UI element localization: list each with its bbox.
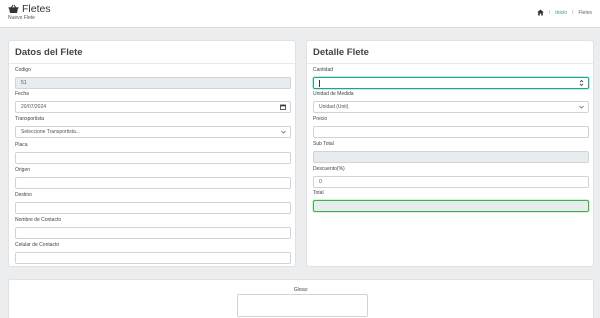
placa-label: Placa [15, 142, 28, 148]
origen-input[interactable] [15, 177, 291, 189]
glosa-card: Glosa: [8, 279, 594, 318]
cantidad-input[interactable] [313, 77, 589, 89]
origen-label: Origen [15, 167, 31, 173]
detalle-flete-title: Detalle Flete [313, 47, 369, 58]
codigo-field: 51 [15, 77, 291, 89]
stepper-icon[interactable] [579, 79, 584, 87]
precio-input[interactable] [313, 126, 589, 138]
destino-label: Destino [15, 192, 32, 198]
unidad-medida-value: Unidad (Unit) [319, 104, 349, 110]
destino-input[interactable] [15, 202, 291, 214]
codigo-value: 51 [21, 80, 27, 86]
precio-label: Precio [313, 116, 328, 122]
breadcrumb-current: Fletes [578, 9, 592, 16]
chevron-down-icon [579, 105, 584, 109]
text-caret [319, 79, 320, 87]
celular-contacto-label: Celular de Contacto [15, 242, 60, 248]
breadcrumb-separator: / [571, 9, 574, 16]
breadcrumb-link-inicio[interactable]: Inicio [555, 10, 567, 16]
nombre-contacto-label: Nombre de Contacto [15, 217, 62, 223]
page-subtitle: Nuevo Flete [8, 15, 35, 21]
detalle-flete-card: Detalle Flete Cantidad Unidad de Medida … [306, 40, 594, 267]
unidad-medida-select[interactable]: Unidad (Unit) [313, 101, 589, 113]
fecha-field[interactable]: 20/07/2024 [15, 101, 291, 113]
unidad-medida-label: Unidad de Medida [313, 91, 354, 97]
celular-contacto-input[interactable] [15, 252, 291, 264]
card-divider [307, 63, 593, 64]
breadcrumb: / Inicio / Fletes [537, 9, 592, 16]
card-divider [9, 63, 295, 64]
fecha-label: Fecha [15, 91, 29, 97]
sub-total-label: Sub Total [313, 141, 334, 147]
fecha-value: 20/07/2024 [21, 104, 47, 110]
placa-input[interactable] [15, 152, 291, 164]
glosa-textarea[interactable] [237, 294, 368, 317]
glosa-label: Glosa: [293, 287, 309, 293]
cantidad-label: Cantidad [313, 67, 334, 73]
home-icon[interactable] [537, 9, 544, 16]
page-title: Fletes [22, 3, 51, 15]
sub-total-field [313, 151, 589, 163]
breadcrumb-separator: / [548, 9, 551, 16]
transportista-label: Transportista [15, 116, 44, 122]
descuento-input[interactable]: 0 [313, 176, 589, 188]
page-title-group: Fletes [8, 3, 51, 15]
nombre-contacto-input[interactable] [15, 227, 291, 239]
datos-flete-title: Datos del Flete [15, 47, 83, 58]
resize-handle-icon[interactable] [362, 311, 366, 315]
basket-icon [8, 4, 19, 15]
transportista-value: Seleccione Transportista... [21, 129, 80, 135]
descuento-label: Descuento(%) [313, 166, 345, 172]
calendar-icon[interactable] [280, 104, 286, 110]
chevron-down-icon [281, 130, 286, 134]
total-label: Total [313, 190, 324, 196]
datos-flete-card: Datos del Flete Codigo 51 Fecha 20/07/20… [8, 40, 296, 267]
codigo-label: Codigo [15, 67, 31, 73]
page-header: Fletes Nuevo Flete / Inicio / Fletes [0, 0, 600, 28]
total-field [313, 200, 589, 212]
descuento-value: 0 [319, 179, 322, 185]
transportista-select[interactable]: Seleccione Transportista... [15, 126, 291, 138]
